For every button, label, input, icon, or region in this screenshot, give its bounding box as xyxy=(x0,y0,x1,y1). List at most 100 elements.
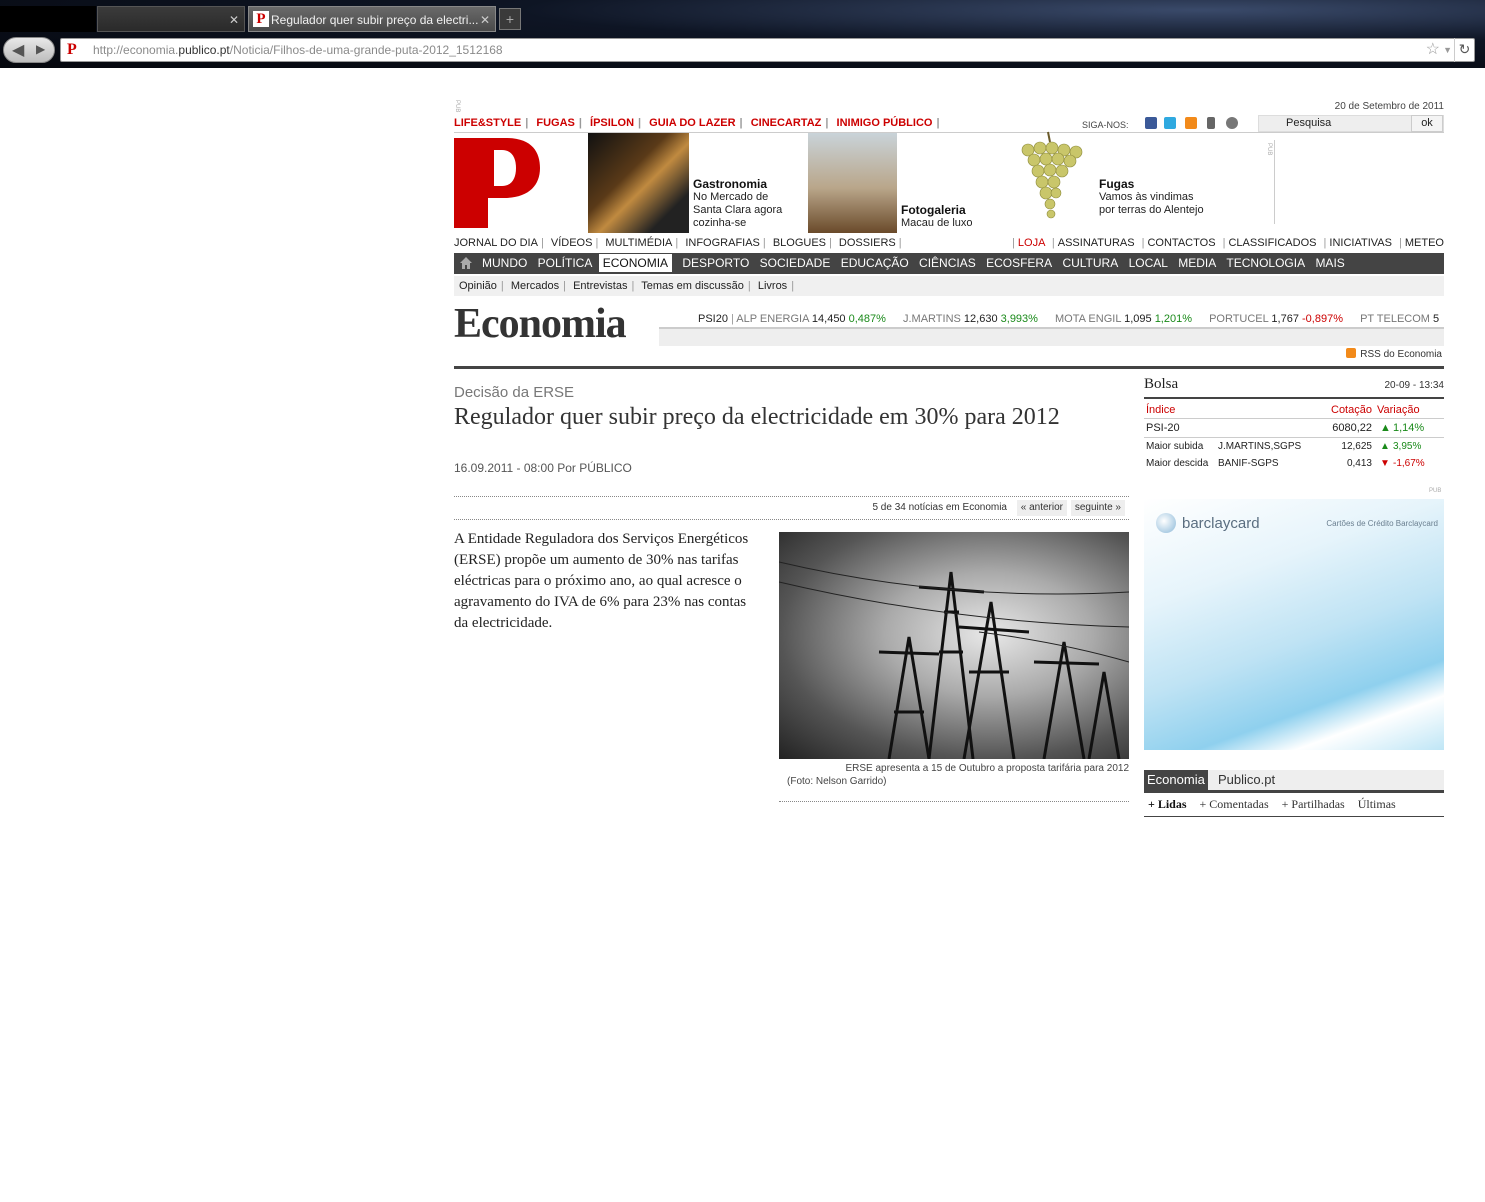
apple-icon[interactable] xyxy=(1226,117,1238,129)
nav-link[interactable]: ASSINATURAS xyxy=(1058,237,1135,249)
close-icon[interactable]: ✕ xyxy=(480,7,490,31)
tab-publico[interactable]: Publico.pt xyxy=(1218,770,1275,790)
rss-icon[interactable] xyxy=(1185,117,1197,129)
article-photo[interactable] xyxy=(779,532,1129,759)
nav-section[interactable]: ECOSFERA xyxy=(986,256,1052,270)
nav-section-active[interactable]: ECONOMIA xyxy=(598,254,673,272)
tab-active[interactable]: P Regulador quer subir preço da electri.… xyxy=(248,6,496,32)
facebook-icon[interactable] xyxy=(1145,117,1157,129)
nav-section[interactable]: EDUCAÇÃO xyxy=(841,256,909,270)
subtab-comentadas[interactable]: + Comentadas xyxy=(1200,797,1269,811)
nav-link[interactable]: METEO xyxy=(1405,237,1444,249)
bolsa-row-top-loser[interactable]: Maior descida BANIF-SGPS 0,413 ▼ -1,67% xyxy=(1144,455,1444,473)
col-change: Variação xyxy=(1377,404,1420,416)
promo-text: Macau de luxo xyxy=(901,217,973,229)
bolsa-row-top-gainer[interactable]: Maior subida J.MARTINS,SGPS 12,625 ▲ 3,9… xyxy=(1144,437,1444,455)
search-button[interactable]: ok xyxy=(1411,115,1443,132)
gastronomia-image[interactable] xyxy=(588,133,689,233)
subnav-link[interactable]: Opinião xyxy=(459,280,497,292)
promo-title: Gastronomia xyxy=(693,177,768,191)
tab-blank[interactable] xyxy=(0,6,96,32)
promo-fotogaleria[interactable]: Fotogaleria Macau de luxo xyxy=(901,203,1001,230)
bolsa-header-row: Índice Cotação Variação xyxy=(1144,401,1444,419)
ticker-item[interactable]: MOTA ENGIL 1,095 1,201% xyxy=(1055,313,1192,325)
secondary-nav-right: | LOJA | ASSINATURAS | CONTACTOS | CLASSIFIC… xyxy=(1012,237,1444,249)
tab-inactive[interactable]: ✕ xyxy=(97,6,245,32)
subtab-ultimas[interactable]: Últimas xyxy=(1358,797,1396,811)
url-path: /Noticia/Filhos-de-uma-grande-puta-2012_… xyxy=(229,43,503,57)
promo-gastronomia[interactable]: Gastronomia No Mercado de Santa Clara ag… xyxy=(693,177,793,230)
nav-link[interactable]: VÍDEOS xyxy=(551,237,593,249)
nav-section[interactable]: CULTURA xyxy=(1062,256,1118,270)
search-box[interactable]: Pesquisa ok xyxy=(1258,115,1444,132)
top-link[interactable]: LIFE&STYLE xyxy=(454,117,521,129)
dotted-divider xyxy=(454,519,1129,520)
nav-section[interactable]: MAIS xyxy=(1315,256,1344,270)
fotogaleria-image[interactable] xyxy=(808,133,897,233)
back-forward-buttons[interactable]: ◀ ▶ xyxy=(3,37,55,63)
new-tab-button[interactable]: + xyxy=(499,8,521,30)
nav-section[interactable]: MUNDO xyxy=(482,256,527,270)
nav-link[interactable]: INICIATIVAS xyxy=(1329,237,1392,249)
browser-toolbar: ◀ ▶ P http://economia.publico.pt/Noticia… xyxy=(0,34,1485,66)
divider xyxy=(1144,397,1444,399)
nav-section[interactable]: TECNOLOGIA xyxy=(1226,256,1305,270)
nav-link[interactable]: DOSSIERS xyxy=(839,237,896,249)
nav-section[interactable]: SOCIEDADE xyxy=(760,256,831,270)
back-arrow-icon[interactable]: ◀ xyxy=(12,40,24,60)
ticker-item[interactable]: ALP ENERGIA 14,450 0,487% xyxy=(736,313,886,325)
index-price: 6080,22 xyxy=(1332,422,1372,434)
nav-section[interactable]: CIÊNCIAS xyxy=(919,256,976,270)
section-title: Economia xyxy=(454,301,627,347)
subnav-link[interactable]: Mercados xyxy=(511,280,559,292)
prev-button[interactable]: « anterior xyxy=(1016,500,1067,516)
nav-link-loja[interactable]: LOJA xyxy=(1018,237,1045,249)
top-link[interactable]: FUGAS xyxy=(536,117,575,129)
top-link[interactable]: INIMIGO PÚBLICO xyxy=(837,117,933,129)
rss-link[interactable]: RSS do Economia xyxy=(1346,348,1442,360)
ticker-item[interactable]: PORTUCEL 1,767 -0,897% xyxy=(1209,313,1343,325)
next-button[interactable]: seguinte » xyxy=(1070,500,1125,516)
publico-logo[interactable] xyxy=(454,138,540,228)
subtab-lidas[interactable]: + Lidas xyxy=(1148,797,1187,811)
dropdown-arrow-icon[interactable]: ▼ xyxy=(1443,39,1452,61)
nav-link[interactable]: JORNAL DO DIA xyxy=(454,237,538,249)
tab-economia[interactable]: Economia xyxy=(1144,770,1208,790)
nav-link[interactable]: CLASSIFICADOS xyxy=(1228,237,1316,249)
mobile-icon[interactable] xyxy=(1207,117,1215,129)
subnav-link[interactable]: Livros xyxy=(758,280,787,292)
stock-price: 12,625 xyxy=(1341,441,1372,452)
nav-link[interactable]: INFOGRAFIAS xyxy=(685,237,760,249)
top-link[interactable]: GUIA DO LAZER xyxy=(649,117,735,129)
nav-link[interactable]: BLOGUES xyxy=(773,237,826,249)
promo-fugas[interactable]: Fugas Vamos às vindimas por terras do Al… xyxy=(1099,177,1209,217)
promo-title: Fugas xyxy=(1099,177,1135,191)
twitter-icon[interactable] xyxy=(1164,117,1176,129)
nav-section[interactable]: DESPORTO xyxy=(682,256,749,270)
bolsa-row-psi20[interactable]: PSI-20 6080,22 ▲ 1,14% xyxy=(1144,418,1444,436)
up-arrow-icon: ▲ xyxy=(1380,422,1391,434)
forward-arrow-icon[interactable]: ▶ xyxy=(36,42,45,56)
close-icon[interactable]: ✕ xyxy=(229,7,239,31)
nav-link[interactable]: MULTIMÉDIA xyxy=(605,237,672,249)
top-link[interactable]: CINECARTAZ xyxy=(751,117,822,129)
nav-section[interactable]: LOCAL xyxy=(1129,256,1168,270)
rss-icon xyxy=(1346,348,1357,358)
home-icon[interactable] xyxy=(460,257,472,269)
subnav-link[interactable]: Temas em discussão xyxy=(641,280,744,292)
ticker-item[interactable]: PT TELECOM 5 xyxy=(1360,313,1439,325)
nav-section[interactable]: MEDIA xyxy=(1178,256,1216,270)
reload-icon[interactable]: ↻ xyxy=(1454,38,1474,62)
subnav-link[interactable]: Entrevistas xyxy=(573,280,627,292)
nav-section[interactable]: POLÍTICA xyxy=(538,256,593,270)
ticker-item[interactable]: J.MARTINS 12,630 3,993% xyxy=(903,313,1038,325)
address-bar[interactable]: P http://economia.publico.pt/Noticia/Fil… xyxy=(60,38,1475,62)
nav-link[interactable]: CONTACTOS xyxy=(1147,237,1215,249)
grapes-image[interactable] xyxy=(1014,130,1088,222)
search-input[interactable]: Pesquisa xyxy=(1286,116,1331,131)
top-link[interactable]: ÍPSILON xyxy=(590,117,634,129)
subtab-partilhadas[interactable]: + Partilhadas xyxy=(1282,797,1345,811)
pub-label: PUB xyxy=(1266,143,1272,156)
barclaycard-ad[interactable]: barclaycard Cartões de Crédito Barclayca… xyxy=(1144,499,1444,750)
bookmark-star-icon[interactable]: ☆ xyxy=(1426,39,1440,61)
